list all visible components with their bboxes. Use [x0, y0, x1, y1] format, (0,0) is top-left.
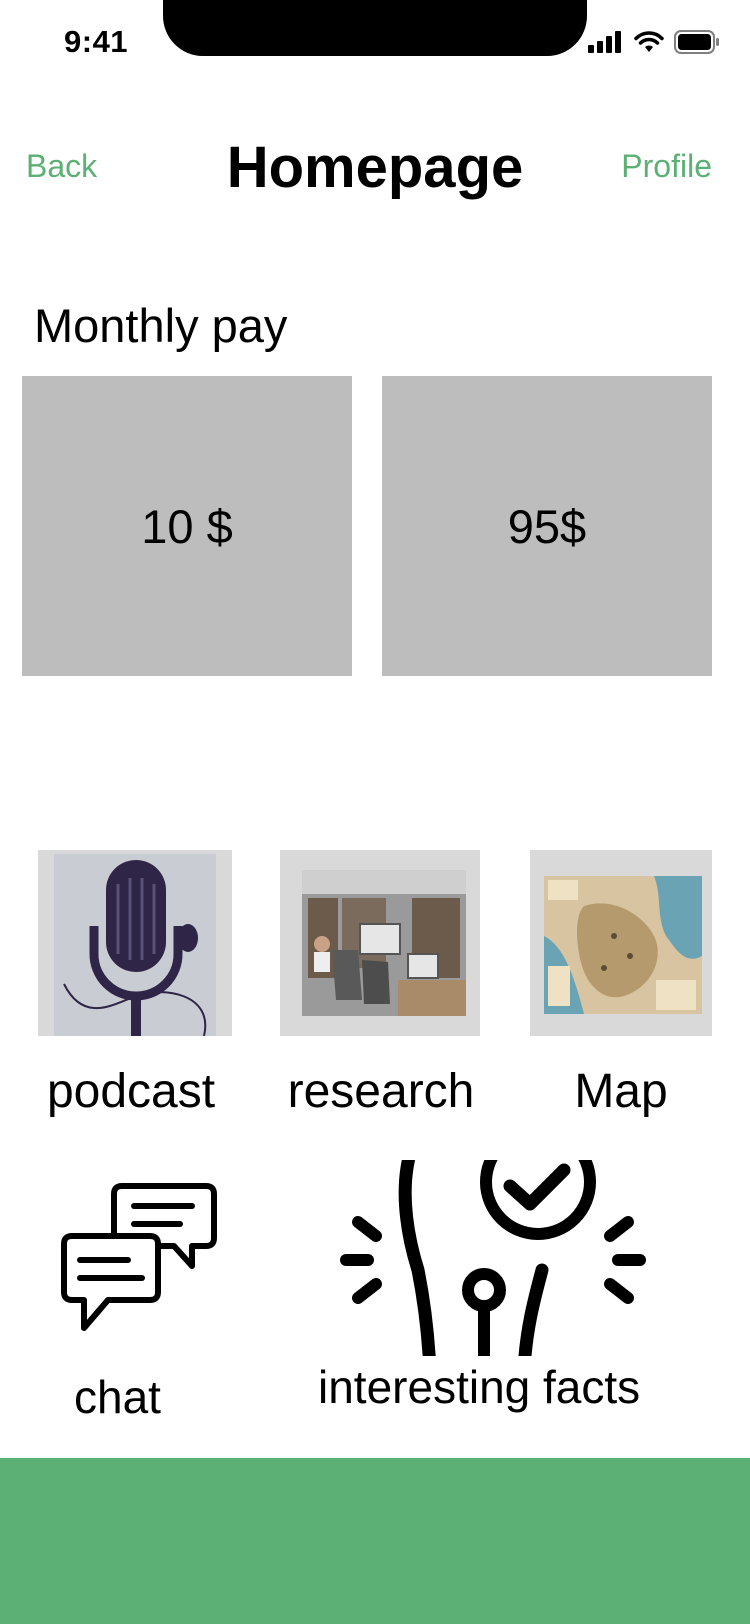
wifi-icon [634, 31, 664, 52]
plan-card-yearly[interactable]: 95$ [382, 376, 712, 676]
notch [163, 0, 587, 56]
profile-button[interactable]: Profile [621, 148, 712, 185]
plan-card-monthly[interactable]: 10 $ [22, 376, 352, 676]
navigation-bar: Back Homepage Profile [0, 120, 750, 220]
chat-label: chat [74, 1371, 161, 1423]
podcast-label: podcast [46, 1065, 216, 1118]
lightbulb-check-icon[interactable] [338, 1160, 648, 1356]
monthly-pay-title: Monthly pay [34, 299, 288, 352]
plan-price: 95$ [507, 499, 587, 553]
map-label: Map [574, 1065, 668, 1118]
interesting-facts-label: interesting facts [318, 1361, 641, 1413]
microphone-icon [54, 854, 216, 1036]
chat-icon[interactable] [60, 1180, 218, 1336]
status-icons [588, 30, 720, 54]
cellular-signal-icon [588, 31, 621, 53]
research-label: research [287, 1065, 475, 1118]
bottom-bar [0, 1458, 750, 1624]
battery-icon [674, 30, 719, 54]
status-time: 9:41 [64, 24, 129, 59]
research-tile[interactable] [280, 850, 480, 1036]
podcast-tile[interactable] [38, 850, 232, 1036]
plan-price: 10 $ [141, 499, 233, 553]
map-tile[interactable] [530, 850, 712, 1036]
map-icon [544, 876, 702, 1014]
research-office-icon [302, 870, 466, 1016]
status-bar: 9:41 [0, 0, 750, 96]
